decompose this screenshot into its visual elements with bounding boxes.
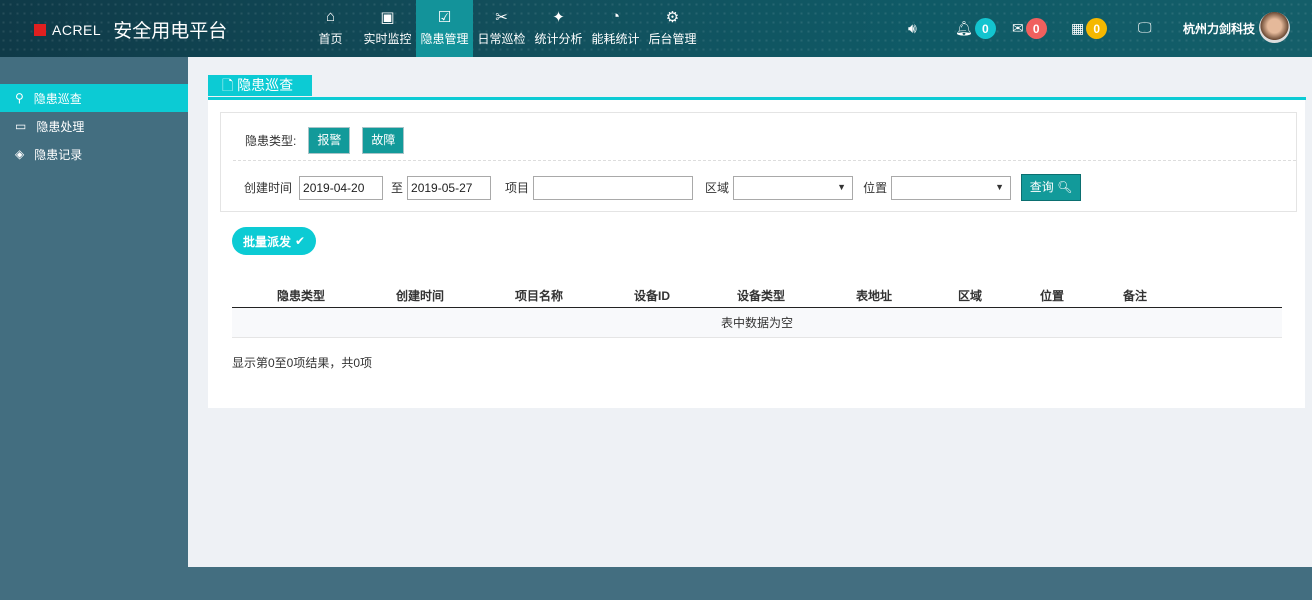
pin-icon: ⚲ [15, 91, 24, 105]
nav-hazard[interactable]: ☑ 隐患管理 [416, 0, 473, 57]
bell-button[interactable]: 🔔︎ 0 [955, 18, 996, 39]
calculator-button[interactable]: ▦ 0 [1071, 18, 1108, 39]
type-label: 隐患类型: [245, 134, 297, 148]
column-header[interactable]: 项目名称 [515, 287, 563, 304]
query-label: 查询 [1029, 180, 1054, 194]
fault-type-button[interactable]: 故障 [362, 127, 405, 154]
date-from-input[interactable]: 2019-04-20 [299, 175, 384, 200]
sidebar-item-hazard-patrol[interactable]: ⚲ 隐患巡查 [0, 84, 188, 112]
main-content: 🗋︎ 隐患巡查 隐患类型: 报警 故障 创建时间 2019-04-20 至 20… [188, 57, 1312, 567]
query-button[interactable]: 查询 🔍︎ [1021, 174, 1082, 201]
area-label: 区域 [705, 181, 730, 195]
mail-open-icon: ✉ [1012, 20, 1024, 36]
nav-statistics[interactable]: ✦ 统计分析 [530, 0, 587, 57]
bell-badge: 0 [974, 18, 996, 39]
to-label: 至 [391, 181, 404, 195]
nav-energy[interactable]: ◔ 能耗统计 [587, 0, 644, 57]
table-info: 显示第0至0项结果，共0项 [232, 356, 373, 370]
mail-button[interactable]: ✉ 0 [1012, 18, 1047, 39]
volume-icon[interactable]: 🔊︎ [908, 20, 917, 37]
position-select[interactable] [891, 175, 1012, 200]
clipboard-check-icon: ☑ [437, 9, 452, 26]
created-time-label: 创建时间 [244, 181, 293, 195]
column-header[interactable]: 设备ID [634, 287, 670, 304]
nav-inspection[interactable]: ✂ 日常巡检 [473, 0, 530, 57]
sidebar-item-hazard-handling[interactable]: ▭ 隐患处理 [0, 112, 188, 140]
hazard-table: 隐患类型 创建时间 项目名称 设备ID 设备类型 表地址 区域 位置 备注 表中… [232, 280, 1282, 338]
nav-monitor[interactable]: ▣ 实时监控 [359, 0, 416, 57]
content-panel: 隐患类型: 报警 故障 创建时间 2019-04-20 至 2019-05-27… [208, 100, 1305, 408]
table-header: 隐患类型 创建时间 项目名称 设备ID 设备类型 表地址 区域 位置 备注 [232, 280, 1282, 308]
filter-box: 隐患类型: 报警 故障 创建时间 2019-04-20 至 2019-05-27… [220, 112, 1297, 212]
tab-hazard-patrol[interactable]: 🗋︎ 隐患巡查 [208, 75, 312, 96]
date-to-input[interactable]: 2019-05-27 [407, 175, 492, 200]
main-nav: ⌂ 首页 ▣ 实时监控 ☑ 隐患管理 ✂ 日常巡检 ✦ 统计分析 ◔ 能耗统计 ⚙ 后台管理 [302, 0, 701, 57]
project-input[interactable] [533, 175, 694, 200]
tools-icon: ✂ [495, 9, 508, 26]
batch-dispatch-button[interactable]: 批量派发 ✔ [232, 227, 316, 255]
tab-label: 隐患巡查 [237, 77, 294, 93]
chart-icon: ✦ [552, 9, 565, 26]
calculator-icon: ▦ [1071, 20, 1085, 36]
check-icon: ✔ [294, 234, 306, 248]
top-header: ACREL 安全用电平台 ⌂ 首页 ▣ 实时监控 ☑ 隐患管理 ✂ 日常巡检 ✦ 统计分析… [0, 0, 1312, 57]
column-header[interactable]: 创建时间 [396, 287, 444, 304]
pie-icon: ◔ [610, 8, 621, 25]
mail-badge: 0 [1025, 18, 1047, 39]
area-select[interactable] [733, 175, 854, 200]
avatar[interactable] [1259, 12, 1290, 43]
app-title: 安全用电平台 [113, 21, 228, 42]
divider [233, 160, 1296, 161]
logo: ACREL 安全用电平台 [34, 16, 227, 43]
nav-home[interactable]: ⌂ 首页 [302, 0, 359, 57]
user-name[interactable]: 杭州力剑科技 [1183, 20, 1255, 37]
sidebar-item-label: 隐患巡查 [33, 91, 82, 106]
gears-icon: ⚙ [665, 9, 680, 26]
search-icon: 🔍︎ [1057, 180, 1073, 194]
nav-label: 首页 [318, 32, 343, 46]
monitor-search-icon: ▣ [380, 9, 395, 26]
screen-icon[interactable]: 🖵︎ [1138, 19, 1152, 36]
sidebar: ⚲ 隐患巡查 ▭ 隐患处理 ◈ 隐患记录 [0, 57, 188, 600]
nav-label: 隐患管理 [420, 32, 469, 46]
footer-bar [0, 567, 1312, 600]
project-label: 项目 [505, 181, 530, 195]
column-header[interactable]: 位置 [1040, 287, 1064, 304]
column-header[interactable]: 隐患类型 [277, 287, 325, 304]
column-header[interactable]: 设备类型 [737, 287, 785, 304]
empty-row: 表中数据为空 [232, 308, 1282, 338]
file-icon: 🗋︎ [222, 77, 234, 93]
nav-admin[interactable]: ⚙ 后台管理 [644, 0, 701, 57]
column-header[interactable]: 备注 [1123, 287, 1147, 304]
logo-mark-icon [34, 23, 46, 36]
layers-icon: ◈ [15, 147, 25, 161]
nav-label: 统计分析 [534, 32, 583, 46]
nav-label: 能耗统计 [591, 32, 640, 46]
nav-label: 实时监控 [363, 32, 412, 46]
column-header[interactable]: 区域 [958, 287, 982, 304]
column-header[interactable]: 表地址 [856, 287, 892, 304]
home-icon: ⌂ [325, 8, 336, 25]
nav-label: 日常巡检 [477, 32, 526, 46]
sidebar-item-label: 隐患处理 [36, 119, 85, 134]
batch-label: 批量派发 [242, 234, 291, 249]
brand-name: ACREL [52, 21, 102, 38]
sidebar-item-label: 隐患记录 [34, 147, 83, 162]
calc-badge: 0 [1086, 18, 1108, 39]
position-label: 位置 [863, 181, 888, 195]
sidebar-item-hazard-records[interactable]: ◈ 隐患记录 [0, 140, 188, 168]
bell-icon: 🔔︎ [955, 20, 973, 36]
folder-icon: ▭ [15, 119, 27, 133]
nav-label: 后台管理 [648, 32, 697, 46]
alarm-type-button[interactable]: 报警 [308, 127, 351, 154]
